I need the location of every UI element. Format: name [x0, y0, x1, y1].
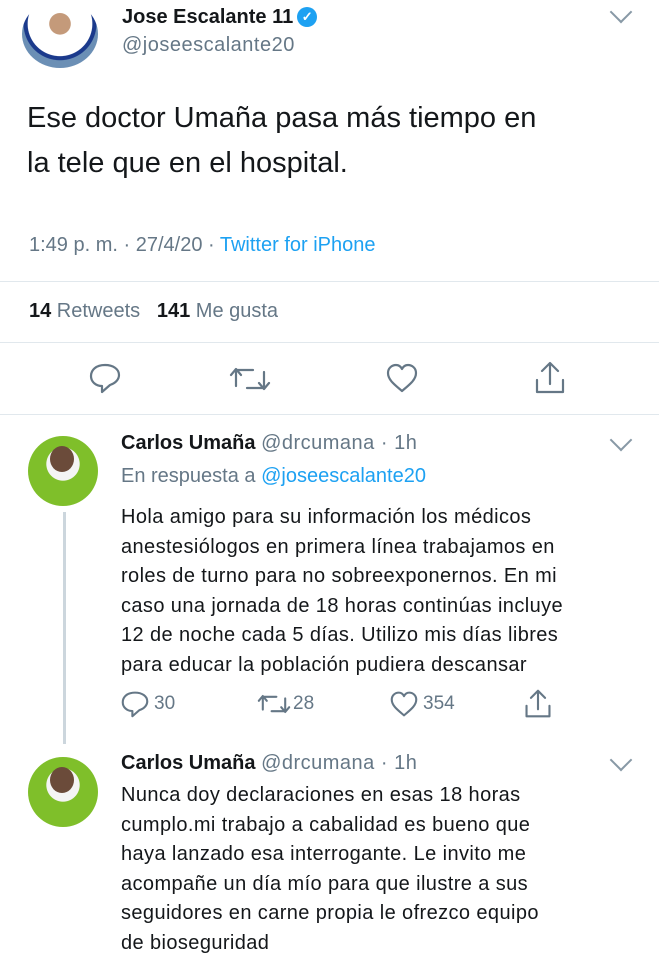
reply-text-line: anestesiólogos en primera línea trabajam…: [121, 535, 555, 558]
like-action[interactable]: 354: [389, 690, 455, 718]
author-display-name[interactable]: Jose Escalante 11: [122, 6, 293, 28]
reply-text-line: de bioseguridad: [121, 931, 270, 954]
tweet-timestamp: 1:49 p. m. · 27/4/20 ·: [29, 234, 220, 256]
author-handle[interactable]: @joseescalante20: [122, 34, 295, 57]
reply-author-handle[interactable]: @drcumana · 1h: [261, 752, 417, 774]
reply-text-line: Hola amigo para su información los médic…: [121, 506, 532, 528]
reply-text: Nunca doy declaraciones en esas 18 horas…: [121, 781, 539, 958]
retweet-icon[interactable]: [257, 692, 291, 716]
reply-icon[interactable]: [88, 362, 122, 399]
tweet-text-line: la tele que en el hospital.: [27, 147, 348, 179]
reply-header: Carlos Umaña @drcumana · 1h: [121, 432, 417, 455]
reply-text-line: acompañe un día mío para que ilustre a s…: [121, 872, 529, 895]
like-count: 354: [423, 693, 455, 714]
reply-header: Carlos Umaña @drcumana · 1h: [121, 752, 417, 775]
reply-text-line: 12 de noche cada 5 días. Utilizo mis día…: [121, 624, 559, 646]
reply-icon[interactable]: [120, 690, 150, 718]
tweet-text: Ese doctor Umaña pasa más tiempo en la t…: [27, 96, 536, 186]
tweet-text-line: Ese doctor Umaña pasa más tiempo en: [27, 102, 537, 134]
reply-text-line: roles de turno para no sobreexponernos. …: [121, 565, 558, 587]
chevron-down-icon[interactable]: [609, 428, 633, 452]
divider: [0, 281, 659, 282]
tweet-source-link[interactable]: Twitter for iPhone: [220, 234, 376, 256]
share-icon[interactable]: [523, 688, 553, 725]
reply-text-line: haya lanzado esa interrogante. Le invito…: [121, 843, 527, 865]
reply-action[interactable]: 30: [120, 690, 175, 718]
in-reply-to: En respuesta a @joseescalante20: [121, 465, 426, 487]
author-avatar[interactable]: [22, 0, 98, 68]
in-reply-to-handle[interactable]: @joseescalante20: [261, 465, 426, 487]
divider: [0, 342, 659, 343]
like-icon[interactable]: [389, 690, 419, 718]
thread-line: [63, 512, 66, 744]
reply-author-avatar[interactable]: [28, 757, 98, 827]
retweet-action[interactable]: 28: [257, 692, 314, 716]
reply-text: Hola amigo para su información los médic…: [121, 503, 563, 680]
divider: [0, 414, 659, 415]
chevron-down-icon[interactable]: [609, 0, 633, 24]
retweet-count: 28: [293, 693, 315, 714]
reply-text-line: caso una jornada de 18 horas continúas i…: [121, 594, 564, 617]
reply-text-line: cumplo.mi trabajo a cabalidad es bueno q…: [121, 813, 531, 836]
retweets-stat[interactable]: 14 Retweets: [29, 300, 140, 322]
chevron-down-icon[interactable]: [609, 748, 633, 772]
reply-author-handle[interactable]: @drcumana · 1h: [261, 432, 417, 454]
reply-count: 30: [154, 693, 176, 714]
share-icon[interactable]: [533, 360, 567, 401]
reply-text-line: seguidores en carne propia le ofrezco eq…: [121, 902, 539, 924]
likes-stat[interactable]: 141 Me gusta: [157, 300, 278, 322]
reply-author-avatar[interactable]: [28, 436, 98, 506]
engagement-stats: 14 Retweets 141 Me gusta: [29, 300, 278, 323]
retweet-icon[interactable]: [229, 364, 271, 399]
reply-author-name[interactable]: Carlos Umaña: [121, 432, 256, 454]
reply-text-line: Nunca doy declaraciones en esas 18 horas: [121, 784, 521, 806]
author-name-row[interactable]: Jose Escalante 11 ✓: [122, 6, 318, 29]
verified-badge-icon: ✓: [297, 7, 318, 27]
reply-author-name[interactable]: Carlos Umaña: [121, 752, 256, 774]
tweet-meta: 1:49 p. m. · 27/4/20 · Twitter for iPhon…: [29, 234, 375, 257]
reply-text-line: para educar la población pudiera descans…: [121, 653, 527, 676]
like-icon[interactable]: [385, 362, 419, 399]
